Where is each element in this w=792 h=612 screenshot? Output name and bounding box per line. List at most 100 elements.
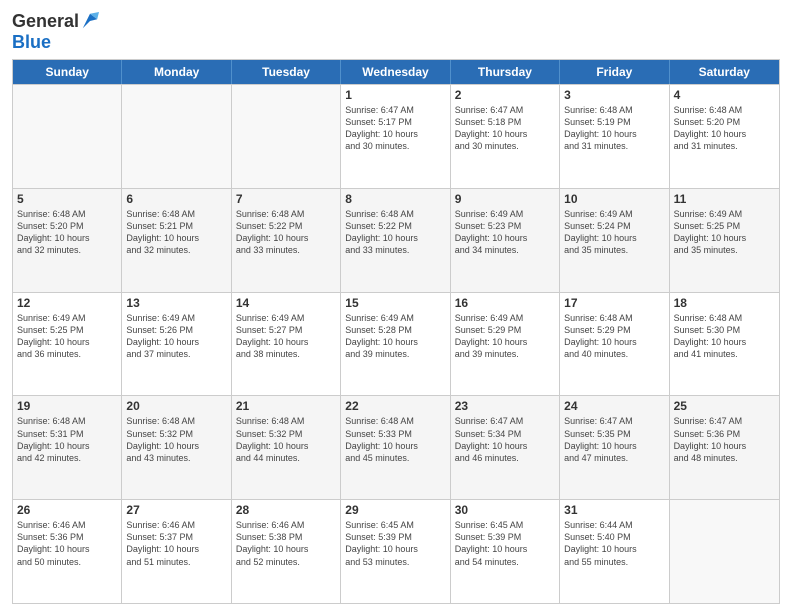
day-info: Sunrise: 6:48 AM Sunset: 5:21 PM Dayligh… xyxy=(126,208,226,257)
calendar-cell: 1 Sunrise: 6:47 AM Sunset: 5:17 PM Daylig… xyxy=(341,85,450,188)
calendar-header-row: SundayMondayTuesdayWednesdayThursdayFrid… xyxy=(13,60,779,84)
day-number: 8 xyxy=(345,192,445,206)
calendar-row-4: 19 Sunrise: 6:48 AM Sunset: 5:31 PM Dayli… xyxy=(13,395,779,499)
day-info: Sunrise: 6:48 AM Sunset: 5:22 PM Dayligh… xyxy=(236,208,336,257)
calendar-cell: 6 Sunrise: 6:48 AM Sunset: 5:21 PM Daylig… xyxy=(122,189,231,292)
day-info: Sunrise: 6:45 AM Sunset: 5:39 PM Dayligh… xyxy=(345,519,445,568)
day-number: 21 xyxy=(236,399,336,413)
day-info: Sunrise: 6:48 AM Sunset: 5:19 PM Dayligh… xyxy=(564,104,664,153)
day-info: Sunrise: 6:49 AM Sunset: 5:24 PM Dayligh… xyxy=(564,208,664,257)
calendar-cell: 7 Sunrise: 6:48 AM Sunset: 5:22 PM Daylig… xyxy=(232,189,341,292)
calendar-cell: 24 Sunrise: 6:47 AM Sunset: 5:35 PM Dayli… xyxy=(560,396,669,499)
calendar-cell: 2Sunrise: 6:47 AM Sunset: 5:18 PM Daylig… xyxy=(451,85,560,188)
calendar-cell xyxy=(13,85,122,188)
calendar-cell: 22 Sunrise: 6:48 AM Sunset: 5:33 PM Dayli… xyxy=(341,396,450,499)
day-info: Sunrise: 6:48 AM Sunset: 5:33 PM Dayligh… xyxy=(345,415,445,464)
calendar-cell xyxy=(670,500,779,603)
day-number: 26 xyxy=(17,503,117,517)
header-cell-saturday: Saturday xyxy=(670,60,779,84)
day-info: Sunrise: 6:48 AM Sunset: 5:20 PM Dayligh… xyxy=(17,208,117,257)
day-number: 31 xyxy=(564,503,664,517)
day-number: 14 xyxy=(236,296,336,310)
day-info: Sunrise: 6:46 AM Sunset: 5:38 PM Dayligh… xyxy=(236,519,336,568)
day-info: Sunrise: 6:44 AM Sunset: 5:40 PM Dayligh… xyxy=(564,519,664,568)
day-info: Sunrise: 6:48 AM Sunset: 5:31 PM Dayligh… xyxy=(17,415,117,464)
day-number: 22 xyxy=(345,399,445,413)
day-number: 30 xyxy=(455,503,555,517)
calendar-cell: 17 Sunrise: 6:48 AM Sunset: 5:29 PM Dayli… xyxy=(560,293,669,396)
calendar-cell: 3 Sunrise: 6:48 AM Sunset: 5:19 PM Daylig… xyxy=(560,85,669,188)
header: General Blue xyxy=(12,10,780,53)
calendar-cell: 11Sunrise: 6:49 AM Sunset: 5:25 PM Dayli… xyxy=(670,189,779,292)
day-number: 1 xyxy=(345,88,445,102)
day-number: 29 xyxy=(345,503,445,517)
calendar-cell: 9Sunrise: 6:49 AM Sunset: 5:23 PM Daylig… xyxy=(451,189,560,292)
calendar-cell: 10 Sunrise: 6:49 AM Sunset: 5:24 PM Dayli… xyxy=(560,189,669,292)
calendar-cell: 20Sunrise: 6:48 AM Sunset: 5:32 PM Dayli… xyxy=(122,396,231,499)
header-cell-thursday: Thursday xyxy=(451,60,560,84)
day-number: 24 xyxy=(564,399,664,413)
day-info: Sunrise: 6:49 AM Sunset: 5:27 PM Dayligh… xyxy=(236,312,336,361)
day-info: Sunrise: 6:46 AM Sunset: 5:36 PM Dayligh… xyxy=(17,519,117,568)
day-info: Sunrise: 6:48 AM Sunset: 5:22 PM Dayligh… xyxy=(345,208,445,257)
calendar-row-3: 12 Sunrise: 6:49 AM Sunset: 5:25 PM Dayli… xyxy=(13,292,779,396)
day-number: 4 xyxy=(674,88,775,102)
calendar: SundayMondayTuesdayWednesdayThursdayFrid… xyxy=(12,59,780,604)
day-number: 20 xyxy=(126,399,226,413)
day-info: Sunrise: 6:49 AM Sunset: 5:28 PM Dayligh… xyxy=(345,312,445,361)
day-number: 9 xyxy=(455,192,555,206)
logo-bird-icon xyxy=(81,10,99,32)
day-number: 10 xyxy=(564,192,664,206)
calendar-cell: 28 Sunrise: 6:46 AM Sunset: 5:38 PM Dayli… xyxy=(232,500,341,603)
calendar-cell: 13Sunrise: 6:49 AM Sunset: 5:26 PM Dayli… xyxy=(122,293,231,396)
day-info: Sunrise: 6:49 AM Sunset: 5:26 PM Dayligh… xyxy=(126,312,226,361)
calendar-cell: 26 Sunrise: 6:46 AM Sunset: 5:36 PM Dayli… xyxy=(13,500,122,603)
calendar-cell: 15 Sunrise: 6:49 AM Sunset: 5:28 PM Dayli… xyxy=(341,293,450,396)
day-number: 6 xyxy=(126,192,226,206)
calendar-cell: 16 Sunrise: 6:49 AM Sunset: 5:29 PM Dayli… xyxy=(451,293,560,396)
day-info: Sunrise: 6:48 AM Sunset: 5:20 PM Dayligh… xyxy=(674,104,775,153)
calendar-cell: 19 Sunrise: 6:48 AM Sunset: 5:31 PM Dayli… xyxy=(13,396,122,499)
day-number: 7 xyxy=(236,192,336,206)
day-number: 12 xyxy=(17,296,117,310)
calendar-cell xyxy=(232,85,341,188)
calendar-cell: 12 Sunrise: 6:49 AM Sunset: 5:25 PM Dayli… xyxy=(13,293,122,396)
logo: General Blue xyxy=(12,10,99,53)
calendar-cell xyxy=(122,85,231,188)
calendar-cell: 5 Sunrise: 6:48 AM Sunset: 5:20 PM Daylig… xyxy=(13,189,122,292)
day-info: Sunrise: 6:49 AM Sunset: 5:29 PM Dayligh… xyxy=(455,312,555,361)
day-number: 18 xyxy=(674,296,775,310)
calendar-cell: 25Sunrise: 6:47 AM Sunset: 5:36 PM Dayli… xyxy=(670,396,779,499)
calendar-cell: 8 Sunrise: 6:48 AM Sunset: 5:22 PM Daylig… xyxy=(341,189,450,292)
day-info: Sunrise: 6:49 AM Sunset: 5:25 PM Dayligh… xyxy=(17,312,117,361)
day-info: Sunrise: 6:47 AM Sunset: 5:18 PM Dayligh… xyxy=(455,104,555,153)
day-info: Sunrise: 6:47 AM Sunset: 5:17 PM Dayligh… xyxy=(345,104,445,153)
day-number: 16 xyxy=(455,296,555,310)
day-info: Sunrise: 6:46 AM Sunset: 5:37 PM Dayligh… xyxy=(126,519,226,568)
calendar-row-2: 5 Sunrise: 6:48 AM Sunset: 5:20 PM Daylig… xyxy=(13,188,779,292)
day-number: 3 xyxy=(564,88,664,102)
day-number: 15 xyxy=(345,296,445,310)
day-number: 19 xyxy=(17,399,117,413)
day-number: 27 xyxy=(126,503,226,517)
day-info: Sunrise: 6:49 AM Sunset: 5:25 PM Dayligh… xyxy=(674,208,775,257)
day-number: 23 xyxy=(455,399,555,413)
calendar-row-5: 26 Sunrise: 6:46 AM Sunset: 5:36 PM Dayli… xyxy=(13,499,779,603)
day-number: 17 xyxy=(564,296,664,310)
logo-blue-text: Blue xyxy=(12,32,51,52)
header-cell-monday: Monday xyxy=(122,60,231,84)
header-cell-wednesday: Wednesday xyxy=(341,60,450,84)
day-info: Sunrise: 6:48 AM Sunset: 5:30 PM Dayligh… xyxy=(674,312,775,361)
day-number: 28 xyxy=(236,503,336,517)
calendar-cell: 18 Sunrise: 6:48 AM Sunset: 5:30 PM Dayli… xyxy=(670,293,779,396)
day-number: 5 xyxy=(17,192,117,206)
day-info: Sunrise: 6:48 AM Sunset: 5:29 PM Dayligh… xyxy=(564,312,664,361)
logo-general-text: General xyxy=(12,11,79,32)
calendar-cell: 30Sunrise: 6:45 AM Sunset: 5:39 PM Dayli… xyxy=(451,500,560,603)
day-info: Sunrise: 6:47 AM Sunset: 5:35 PM Dayligh… xyxy=(564,415,664,464)
calendar-cell: 14 Sunrise: 6:49 AM Sunset: 5:27 PM Dayli… xyxy=(232,293,341,396)
calendar-cell: 31 Sunrise: 6:44 AM Sunset: 5:40 PM Dayli… xyxy=(560,500,669,603)
header-cell-sunday: Sunday xyxy=(13,60,122,84)
calendar-cell: 21Sunrise: 6:48 AM Sunset: 5:32 PM Dayli… xyxy=(232,396,341,499)
day-number: 25 xyxy=(674,399,775,413)
